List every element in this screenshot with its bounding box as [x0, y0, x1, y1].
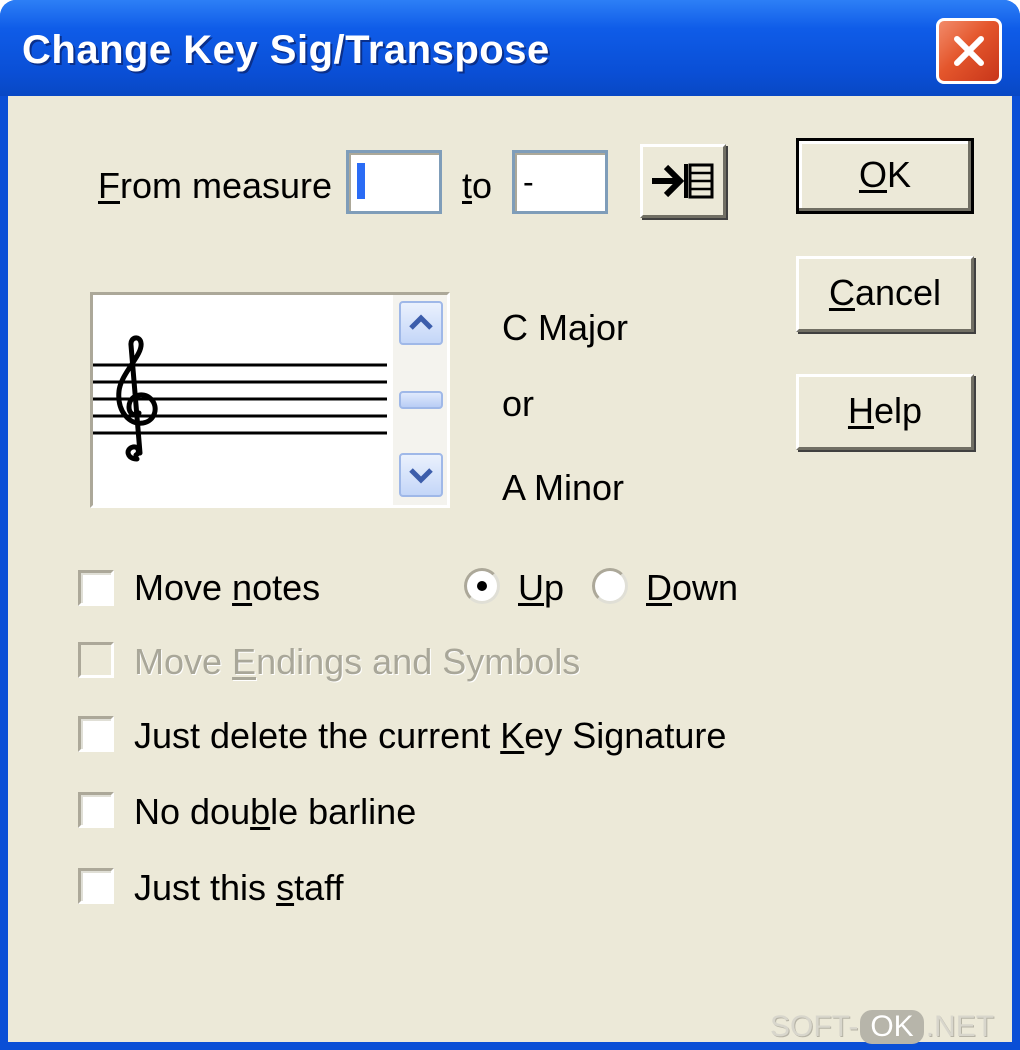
- cancel-button[interactable]: Cancel: [796, 256, 974, 332]
- move-endings-checkbox: [78, 642, 114, 678]
- close-button[interactable]: [936, 18, 1002, 84]
- scroll-down-button[interactable]: [399, 453, 443, 497]
- scroll-up-button[interactable]: [399, 301, 443, 345]
- chevron-up-icon: [409, 314, 433, 330]
- no-double-barline-checkbox[interactable]: [78, 792, 114, 828]
- from-measure-label: From measure: [98, 165, 333, 206]
- move-notes-checkbox[interactable]: [78, 570, 114, 606]
- direction-up-radio[interactable]: [464, 568, 500, 604]
- jump-to-end-button[interactable]: [640, 144, 726, 218]
- close-icon: [954, 36, 984, 66]
- move-notes-label: Move notes: [134, 567, 321, 608]
- direction-down-radio[interactable]: [592, 568, 628, 604]
- from-measure-input[interactable]: [346, 150, 442, 214]
- just-this-staff-label: Just this staff: [134, 867, 344, 908]
- cancel-button-label: Cancel: [828, 272, 942, 313]
- dialog-client-area: From measure to - OK Cancel Help C Major…: [8, 96, 1012, 1042]
- dialog-window: Change Key Sig/Transpose From measure to…: [0, 0, 1020, 1050]
- ok-button-label: OK: [858, 154, 912, 195]
- key-minor-label: A Minor: [502, 467, 625, 508]
- just-this-staff-checkbox[interactable]: [78, 868, 114, 904]
- help-button-label: Help: [847, 390, 923, 431]
- watermark: SOFT- OK .NET: [770, 1010, 995, 1044]
- treble-clef-icon: [116, 335, 158, 462]
- move-endings-label: Move Endings and Symbols: [134, 641, 581, 682]
- delete-key-signature-label: Just delete the current Key Signature: [134, 715, 727, 756]
- direction-down-label: Down: [646, 567, 739, 608]
- scroll-thumb[interactable]: [399, 391, 443, 409]
- direction-up-label: Up: [518, 567, 565, 608]
- key-signature-preview: [90, 292, 450, 508]
- key-major-label: C Major: [502, 307, 629, 348]
- arrow-to-end-icon: [652, 163, 714, 199]
- radio-selected-dot: [477, 581, 487, 591]
- no-double-barline-label: No double barline: [134, 791, 417, 832]
- key-scrollbar[interactable]: [393, 295, 447, 505]
- to-measure-input[interactable]: -: [512, 150, 608, 214]
- delete-key-signature-checkbox[interactable]: [78, 716, 114, 752]
- text-caret: [357, 163, 365, 199]
- chevron-down-icon: [409, 468, 433, 484]
- to-measure-label: to: [462, 165, 493, 206]
- help-button[interactable]: Help: [796, 374, 974, 450]
- ok-button[interactable]: OK: [796, 138, 974, 214]
- key-or-label: or: [502, 383, 535, 424]
- title-bar[interactable]: Change Key Sig/Transpose: [0, 0, 1020, 96]
- dialog-title: Change Key Sig/Transpose: [22, 28, 550, 72]
